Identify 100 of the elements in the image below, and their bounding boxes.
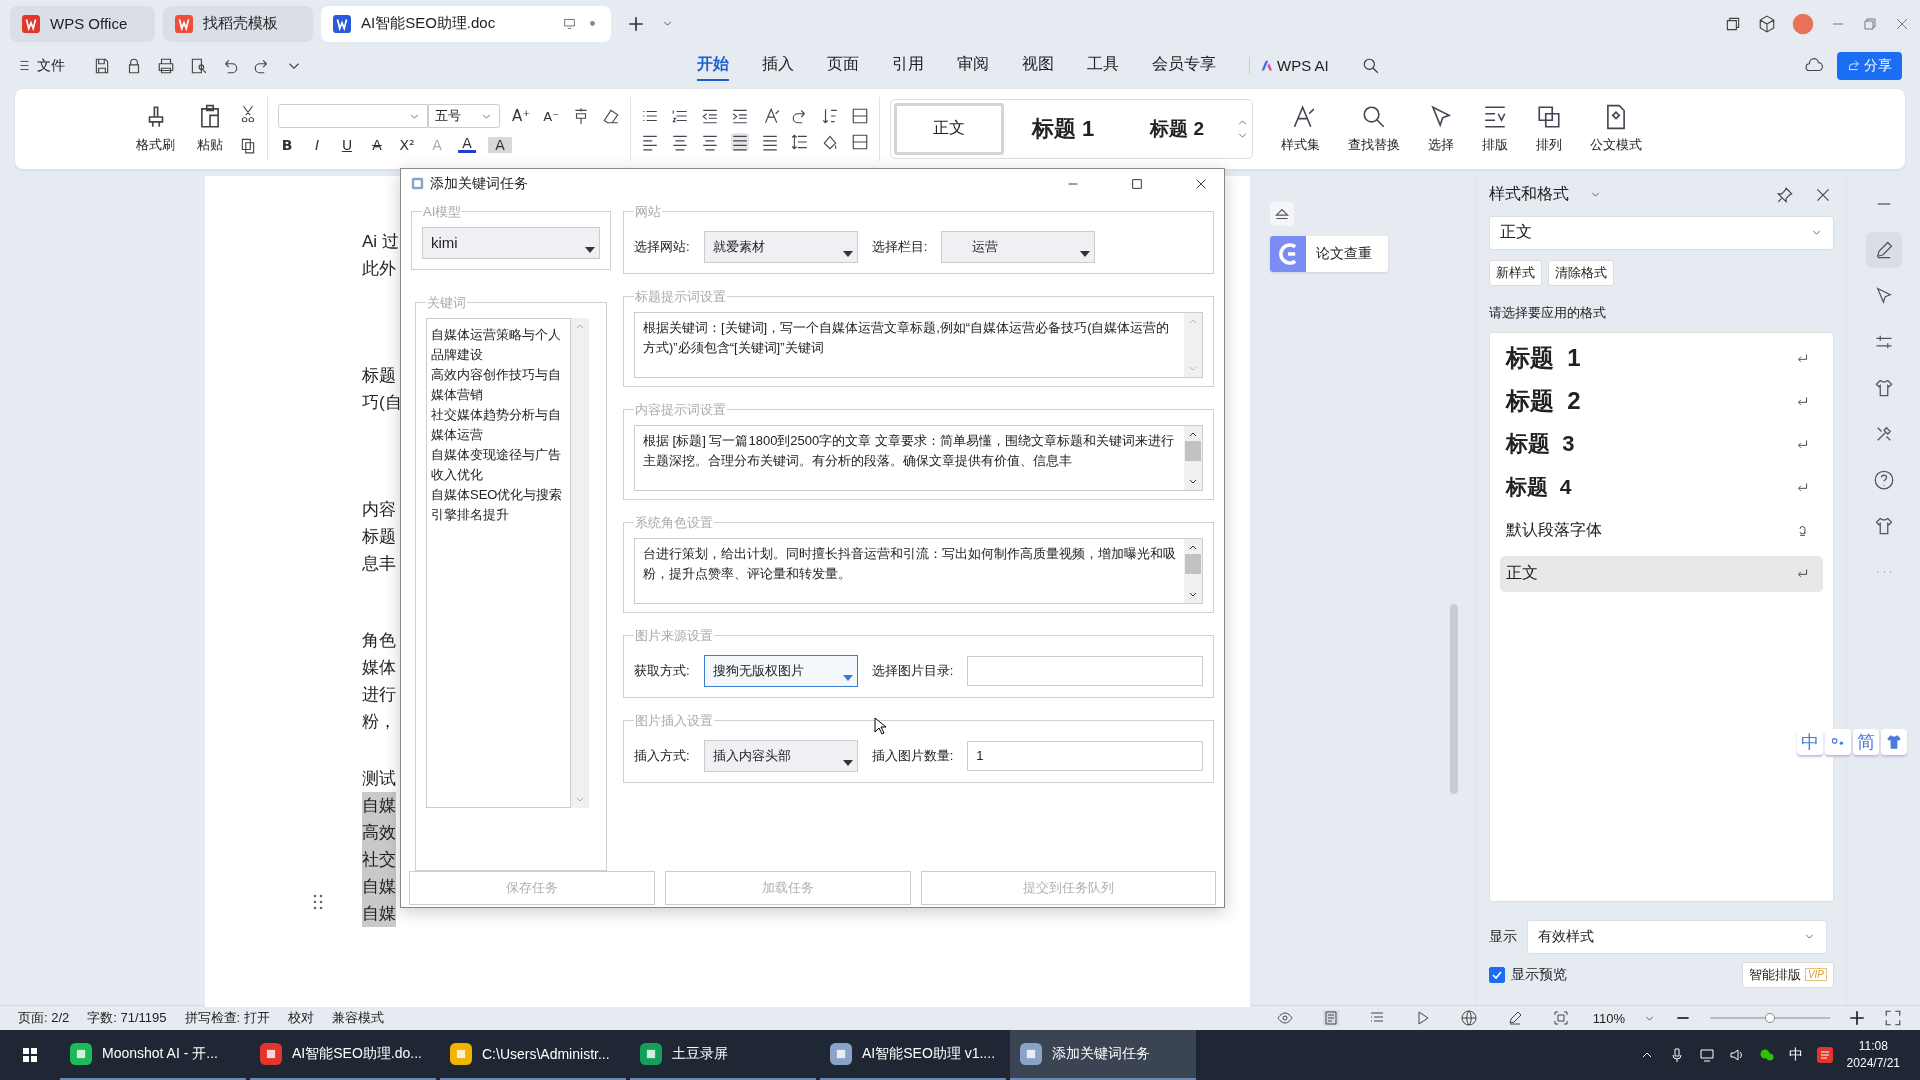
wps-ai-button[interactable]: WPS AI	[1249, 57, 1329, 75]
network-icon[interactable]	[1698, 1047, 1715, 1063]
punctuation-icon[interactable]	[1825, 728, 1851, 755]
style-item[interactable]: 标题 4	[1500, 469, 1823, 505]
print-preview-icon[interactable]	[189, 56, 207, 75]
ime-button[interactable]: 中	[1797, 728, 1823, 755]
taskbar-item[interactable]: 添加关键词任务	[1010, 1030, 1196, 1080]
preview-checkbox[interactable]	[1489, 966, 1505, 983]
zoom-in-icon[interactable]	[1848, 1009, 1866, 1027]
app-tray-icon[interactable]	[1816, 1047, 1833, 1063]
keyword-item[interactable]: 自媒体SEO优化与搜索引擎排名提升	[431, 484, 566, 525]
table-icon[interactable]	[851, 106, 870, 125]
start-icon[interactable]	[22, 1047, 38, 1063]
page-view-icon[interactable]	[1322, 1010, 1339, 1026]
word-count[interactable]: 字数: 71/1195	[87, 1009, 167, 1027]
restore-icon[interactable]	[1862, 15, 1878, 32]
sort-icon[interactable]	[821, 106, 840, 125]
shirt-icon[interactable]	[1881, 728, 1907, 755]
font-button[interactable]: U	[338, 136, 356, 153]
ime-button[interactable]: 简	[1853, 728, 1879, 755]
pin-icon[interactable]	[1776, 185, 1794, 204]
eye-icon[interactable]	[1276, 1010, 1293, 1026]
chat-icon[interactable]	[1758, 1047, 1775, 1063]
slider-thumb[interactable]	[1765, 1013, 1775, 1023]
taskbar-item[interactable]: Moonshot AI - 开...	[60, 1030, 246, 1080]
style-option[interactable]: 标题 2	[1122, 102, 1233, 155]
taskbar-item[interactable]: 土豆录屏	[630, 1030, 816, 1080]
cube-icon[interactable]	[1758, 14, 1776, 33]
ime-indicator[interactable]: 中	[1788, 1046, 1803, 1064]
app-tab[interactable]: AI智能SEO助理.doc	[321, 5, 611, 42]
monitor-icon[interactable]	[563, 17, 576, 31]
drag-handle-icon[interactable]	[313, 893, 323, 910]
pen-icon[interactable]	[1865, 231, 1902, 268]
border-icon[interactable]	[851, 132, 870, 151]
taskbar-item[interactable]: C:\Users\Administr...	[440, 1030, 626, 1080]
image-source-dropdown[interactable]: 搜狗无版权图片	[703, 654, 858, 687]
search-icon[interactable]	[1361, 56, 1380, 75]
ribbon-tab[interactable]: 开始	[697, 50, 729, 82]
model-dropdown[interactable]: kimi	[422, 226, 600, 259]
eraser-icon[interactable]	[602, 107, 621, 126]
site-dropdown[interactable]: 就爱素材	[703, 230, 858, 263]
ribbon-tab[interactable]: 工具	[1087, 50, 1119, 82]
ribbon-tab[interactable]: 会员专享	[1152, 50, 1216, 82]
keyword-item[interactable]: 自媒体运营策略与个人品牌建设	[431, 324, 566, 365]
style-item[interactable]: 默认段落字体	[1500, 512, 1823, 548]
zoom-level[interactable]: 110%	[1592, 1010, 1625, 1026]
ribbon-tab[interactable]: 视图	[1022, 50, 1054, 82]
style-option[interactable]: 正文	[894, 102, 1005, 155]
proofread-link[interactable]: 校对	[287, 1009, 314, 1027]
column-dropdown[interactable]: 运营	[941, 230, 1096, 263]
new-style-button[interactable]: 新样式	[1489, 259, 1542, 286]
image-count-field[interactable]: 1	[967, 740, 1203, 771]
keyword-item[interactable]: 高效内容创作技巧与自媒体营销	[431, 364, 566, 405]
style-item[interactable]: 标题 2	[1500, 383, 1823, 419]
ribbon-tab[interactable]: 页面	[827, 50, 859, 82]
ribbon-tool-button[interactable]: 查找替换	[1342, 103, 1407, 154]
keyword-item[interactable]: 自媒体变现途径与广告收入优化	[431, 444, 566, 485]
volume-icon[interactable]	[1728, 1047, 1745, 1063]
ribbon-tab[interactable]: 引用	[892, 50, 924, 82]
style-item[interactable]: 标题 1	[1500, 340, 1823, 376]
collapse-icon[interactable]	[1270, 201, 1294, 226]
new-tab-icon[interactable]	[627, 14, 645, 33]
clock-time[interactable]: 11:08	[1858, 1038, 1888, 1055]
insert-method-dropdown[interactable]: 插入内容头部	[703, 739, 858, 772]
ribbon-tab[interactable]: 插入	[762, 50, 794, 82]
panel-title[interactable]: 样式和格式	[1489, 184, 1569, 206]
fit-icon[interactable]	[1552, 1010, 1569, 1026]
save-icon[interactable]	[93, 56, 111, 75]
cut-icon[interactable]	[239, 103, 257, 122]
ribbon-tool-button[interactable]: 公文模式	[1584, 103, 1649, 154]
ribbon-tool-button[interactable]: 排列	[1530, 103, 1569, 154]
font-size-field[interactable]: 五号	[428, 104, 500, 129]
share-button[interactable]: 分享	[1837, 51, 1902, 80]
checkbox-label[interactable]: 显示预览	[1511, 965, 1567, 984]
maximize-icon[interactable]	[1130, 176, 1144, 191]
fullscreen-icon[interactable]	[1884, 1009, 1902, 1027]
smart-layout-button[interactable]: 智能排版 VIP	[1741, 961, 1834, 988]
directory-field[interactable]	[967, 655, 1203, 686]
font-button[interactable]: B	[278, 136, 296, 153]
globe-icon[interactable]	[1460, 1010, 1477, 1026]
font-button[interactable]: I	[308, 136, 326, 153]
line-spacing-icon[interactable]	[791, 132, 810, 151]
spell-check-toggle[interactable]: 拼写检查: 打开	[184, 1009, 270, 1027]
style-item[interactable]: 正文	[1500, 555, 1823, 592]
print-icon[interactable]	[157, 56, 175, 75]
font-button[interactable]: X²	[398, 136, 416, 153]
style-option[interactable]: 标题 1	[1008, 102, 1119, 155]
keyword-item[interactable]: 社交媒体趋势分析与自媒体运营	[431, 404, 566, 445]
ribbon-tab[interactable]: 审阅	[957, 50, 989, 82]
justify-icon[interactable]	[731, 132, 750, 151]
font-button[interactable]: A⁺	[512, 107, 531, 126]
font-button[interactable]: A	[488, 136, 512, 153]
current-style-dropdown[interactable]: 正文	[1489, 215, 1834, 250]
format-painter-button[interactable]: 格式刷	[130, 103, 181, 154]
taskbar-item[interactable]: AI智能SEO助理 v1....	[820, 1030, 1006, 1080]
ribbon-tool-button[interactable]: 样式集	[1275, 103, 1327, 154]
ribbon-tool-button[interactable]: 排版	[1476, 103, 1515, 154]
font-button[interactable]: A	[458, 136, 476, 154]
keyword-list[interactable]: 自媒体运营策略与个人品牌建设 高效内容创作技巧与自媒体营销 社交媒体趋势分析与自媒体运营 自媒体变现途径与广告收入优化 自媒体SEO优化与搜索引擎排名提升	[426, 317, 571, 808]
font-button[interactable]: A	[368, 136, 386, 153]
